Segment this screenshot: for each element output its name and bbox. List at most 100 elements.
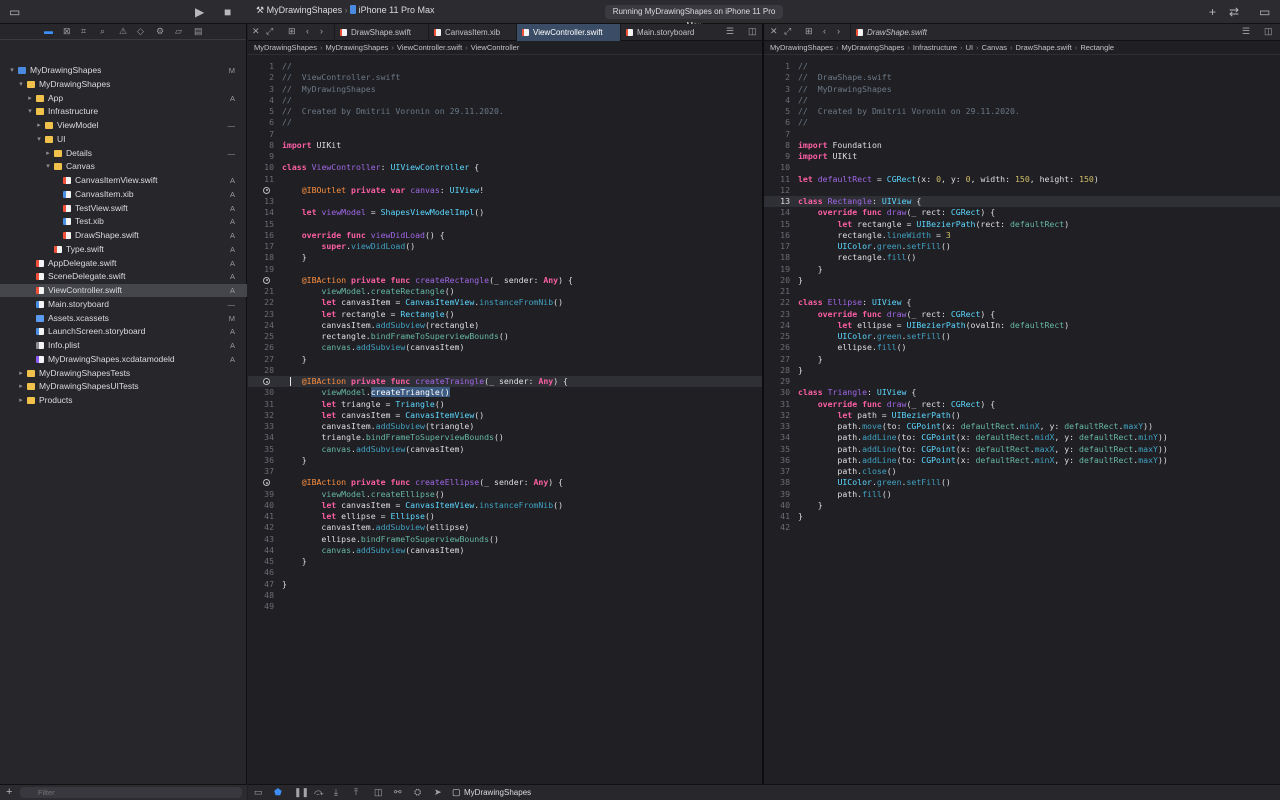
editor-options-icon[interactable]: ☰ [1242,26,1250,37]
code-line[interactable]: 6 // [764,117,1280,128]
expand-icon[interactable]: ⤢ [784,26,791,37]
code-line[interactable]: 29 [764,376,1280,387]
navigator-item[interactable]: ▸ Products [0,394,247,407]
code-line[interactable]: 17 UIColor.green.setFill() [764,241,1280,252]
report-nav-icon[interactable]: ▤ [194,26,203,37]
code-line[interactable]: 27 } [764,354,1280,365]
breadcrumb-item[interactable]: MyDrawingShapes [325,43,388,52]
add-file-icon[interactable]: + [6,786,12,798]
code-line[interactable]: 18 } [248,252,762,263]
hide-debug-area-icon[interactable]: ▭ [254,787,263,798]
navigator-item[interactable]: LaunchScreen.storyboard A [0,325,247,338]
navigator-item[interactable]: Info.plist A [0,339,247,352]
editor-tab[interactable]: DrawShape.swift [850,24,960,41]
code-line[interactable]: 42 [764,522,1280,533]
code-line[interactable]: 40 let canvasItem = CanvasItemView.insta… [248,500,762,511]
environment-icon[interactable]: ⛭ [414,787,421,798]
code-line[interactable]: 35 path.addLine(to: CGPoint(x: defaultRe… [764,444,1280,455]
code-line[interactable]: 2 // ViewController.swift [248,72,762,83]
connection-indicator-icon[interactable] [263,378,270,385]
code-line[interactable]: 47} [248,579,762,590]
code-line[interactable]: 37 path.close() [764,466,1280,477]
code-line[interactable]: 13 [248,196,762,207]
editor-options-icon[interactable]: ☰ [726,26,734,37]
code-line[interactable]: 38 UIColor.green.setFill() [764,477,1280,488]
related-items-icon[interactable]: ⊞ [288,26,296,37]
code-line[interactable]: 28 [248,365,762,376]
code-line[interactable]: 15 let rectangle = UIBezierPath(rect: de… [764,219,1280,230]
navigator-item[interactable]: SceneDelegate.swift A [0,270,247,283]
code-line[interactable]: 48 [248,590,762,601]
code-line[interactable]: 3 // MyDrawingShapes [248,84,762,95]
filter-input[interactable] [20,787,242,798]
connection-indicator-icon[interactable] [263,276,270,284]
code-line[interactable]: 1 // [764,61,1280,72]
breadcrumb-item[interactable]: Canvas [982,43,1007,52]
navigator-item[interactable]: ▸ App A [0,92,247,105]
code-line[interactable]: 32 let canvasItem = CanvasItemView() [248,410,762,421]
navigator-item[interactable]: AppDelegate.swift A [0,257,247,270]
add-icon[interactable]: + [1209,4,1216,20]
navigator-item[interactable]: DrawShape.swift A [0,229,247,242]
code-line[interactable]: 21 viewModel.createRectangle() [248,286,762,297]
code-line[interactable]: 24 let ellipse = UIBezierPath(ovalIn: de… [764,320,1280,331]
code-review-icon[interactable]: ⇄ [1229,4,1239,20]
code-line[interactable]: 22 let canvasItem = CanvasItemView.insta… [248,297,762,308]
breakpoint-nav-icon[interactable]: ▱ [175,26,182,37]
step-out-icon[interactable]: ⤒ [354,787,358,798]
code-line[interactable]: 33 canvasItem.addSubview(triangle) [248,421,762,432]
expand-icon[interactable]: ⤢ [266,26,273,37]
code-line[interactable]: 44 canvas.addSubview(canvasItem) [248,545,762,556]
editor-tab[interactable]: ViewController.swift [516,24,620,41]
navigator-item[interactable]: Main.storyboard — [0,298,247,311]
navigator-item[interactable]: ▸ Details — [0,147,247,160]
disclosure-closed-icon[interactable]: ▸ [26,92,34,105]
editor-tab[interactable]: DrawShape.swift [334,24,428,41]
code-line[interactable]: 4 // [248,95,762,106]
code-line[interactable]: 36 } [248,455,762,466]
code-line[interactable]: 35 canvas.addSubview(canvasItem) [248,444,762,455]
code-line[interactable]: 15 [248,219,762,230]
code-line[interactable]: 5 // Created by Dmitrii Voronin on 29.11.… [248,106,762,117]
code-line[interactable]: 27 } [248,354,762,365]
navigator-item[interactable]: ▾ Canvas [0,160,247,173]
close-editor-icon[interactable]: ✕ [252,26,260,37]
code-line[interactable]: 7 [764,129,1280,140]
code-line[interactable]: 36 path.addLine(to: CGPoint(x: defaultRe… [764,455,1280,466]
disclosure-open-icon[interactable]: ▾ [8,64,16,77]
disclosure-open-icon[interactable]: ▾ [17,78,25,91]
sidebar-toggle-icon[interactable]: ▭ [9,4,20,20]
code-line[interactable]: 31 let triangle = Triangle() [248,399,762,410]
code-line[interactable]: 25 UIColor.green.setFill() [764,331,1280,342]
code-line[interactable]: 49 [248,601,762,612]
code-line[interactable]: 43 ellipse.bindFrameToSuperviewBounds() [248,534,762,545]
disclosure-closed-icon[interactable]: ▸ [35,119,43,132]
code-line[interactable]: 30 viewModel.createTriangle() [248,387,762,398]
code-line[interactable]: @IBOutlet private var canvas: UIView! [248,185,762,196]
code-line[interactable]: 5 // Created by Dmitrii Voronin on 29.11.… [764,106,1280,117]
navigator-item[interactable]: ▸ MyDrawingShapesTests [0,367,247,380]
forward-icon[interactable]: › [837,26,840,36]
code-line[interactable]: 2 // DrawShape.swift [764,72,1280,83]
code-line[interactable]: 20} [764,275,1280,286]
code-line[interactable]: 8 import UIKit [248,140,762,151]
code-line[interactable]: 17 super.viewDidLoad() [248,241,762,252]
code-line[interactable]: 25 rectangle.bindFrameToSuperviewBounds(… [248,331,762,342]
navigator-item[interactable]: Type.swift A [0,243,247,256]
code-line[interactable]: 19 } [764,264,1280,275]
code-line[interactable]: 13 class Rectangle: UIView { [764,196,1280,208]
stop-button-icon[interactable]: ■ [224,4,231,20]
editor-tab[interactable]: Main.storyboard [620,24,714,41]
code-line[interactable]: @IBAction private func createEllipse(_ s… [248,477,762,488]
code-line[interactable]: 19 [248,264,762,275]
breadcrumb-item[interactable]: MyDrawingShapes [770,43,833,52]
breadcrumb-item[interactable]: DrawShape.swift [1016,43,1072,52]
code-line[interactable]: @IBAction private func createTraingle(_ … [248,376,762,388]
code-line[interactable]: 6 // [248,117,762,128]
disclosure-closed-icon[interactable]: ▸ [44,147,52,160]
navigator-item[interactable]: ▾ MyDrawingShapes [0,78,247,91]
code-line[interactable]: 22 class Ellipse: UIView { [764,297,1280,308]
editor-tab[interactable]: CanvasItem.xib [428,24,516,41]
find-nav-icon[interactable]: ⌕ [100,26,105,37]
code-line[interactable]: 12 [764,185,1280,196]
